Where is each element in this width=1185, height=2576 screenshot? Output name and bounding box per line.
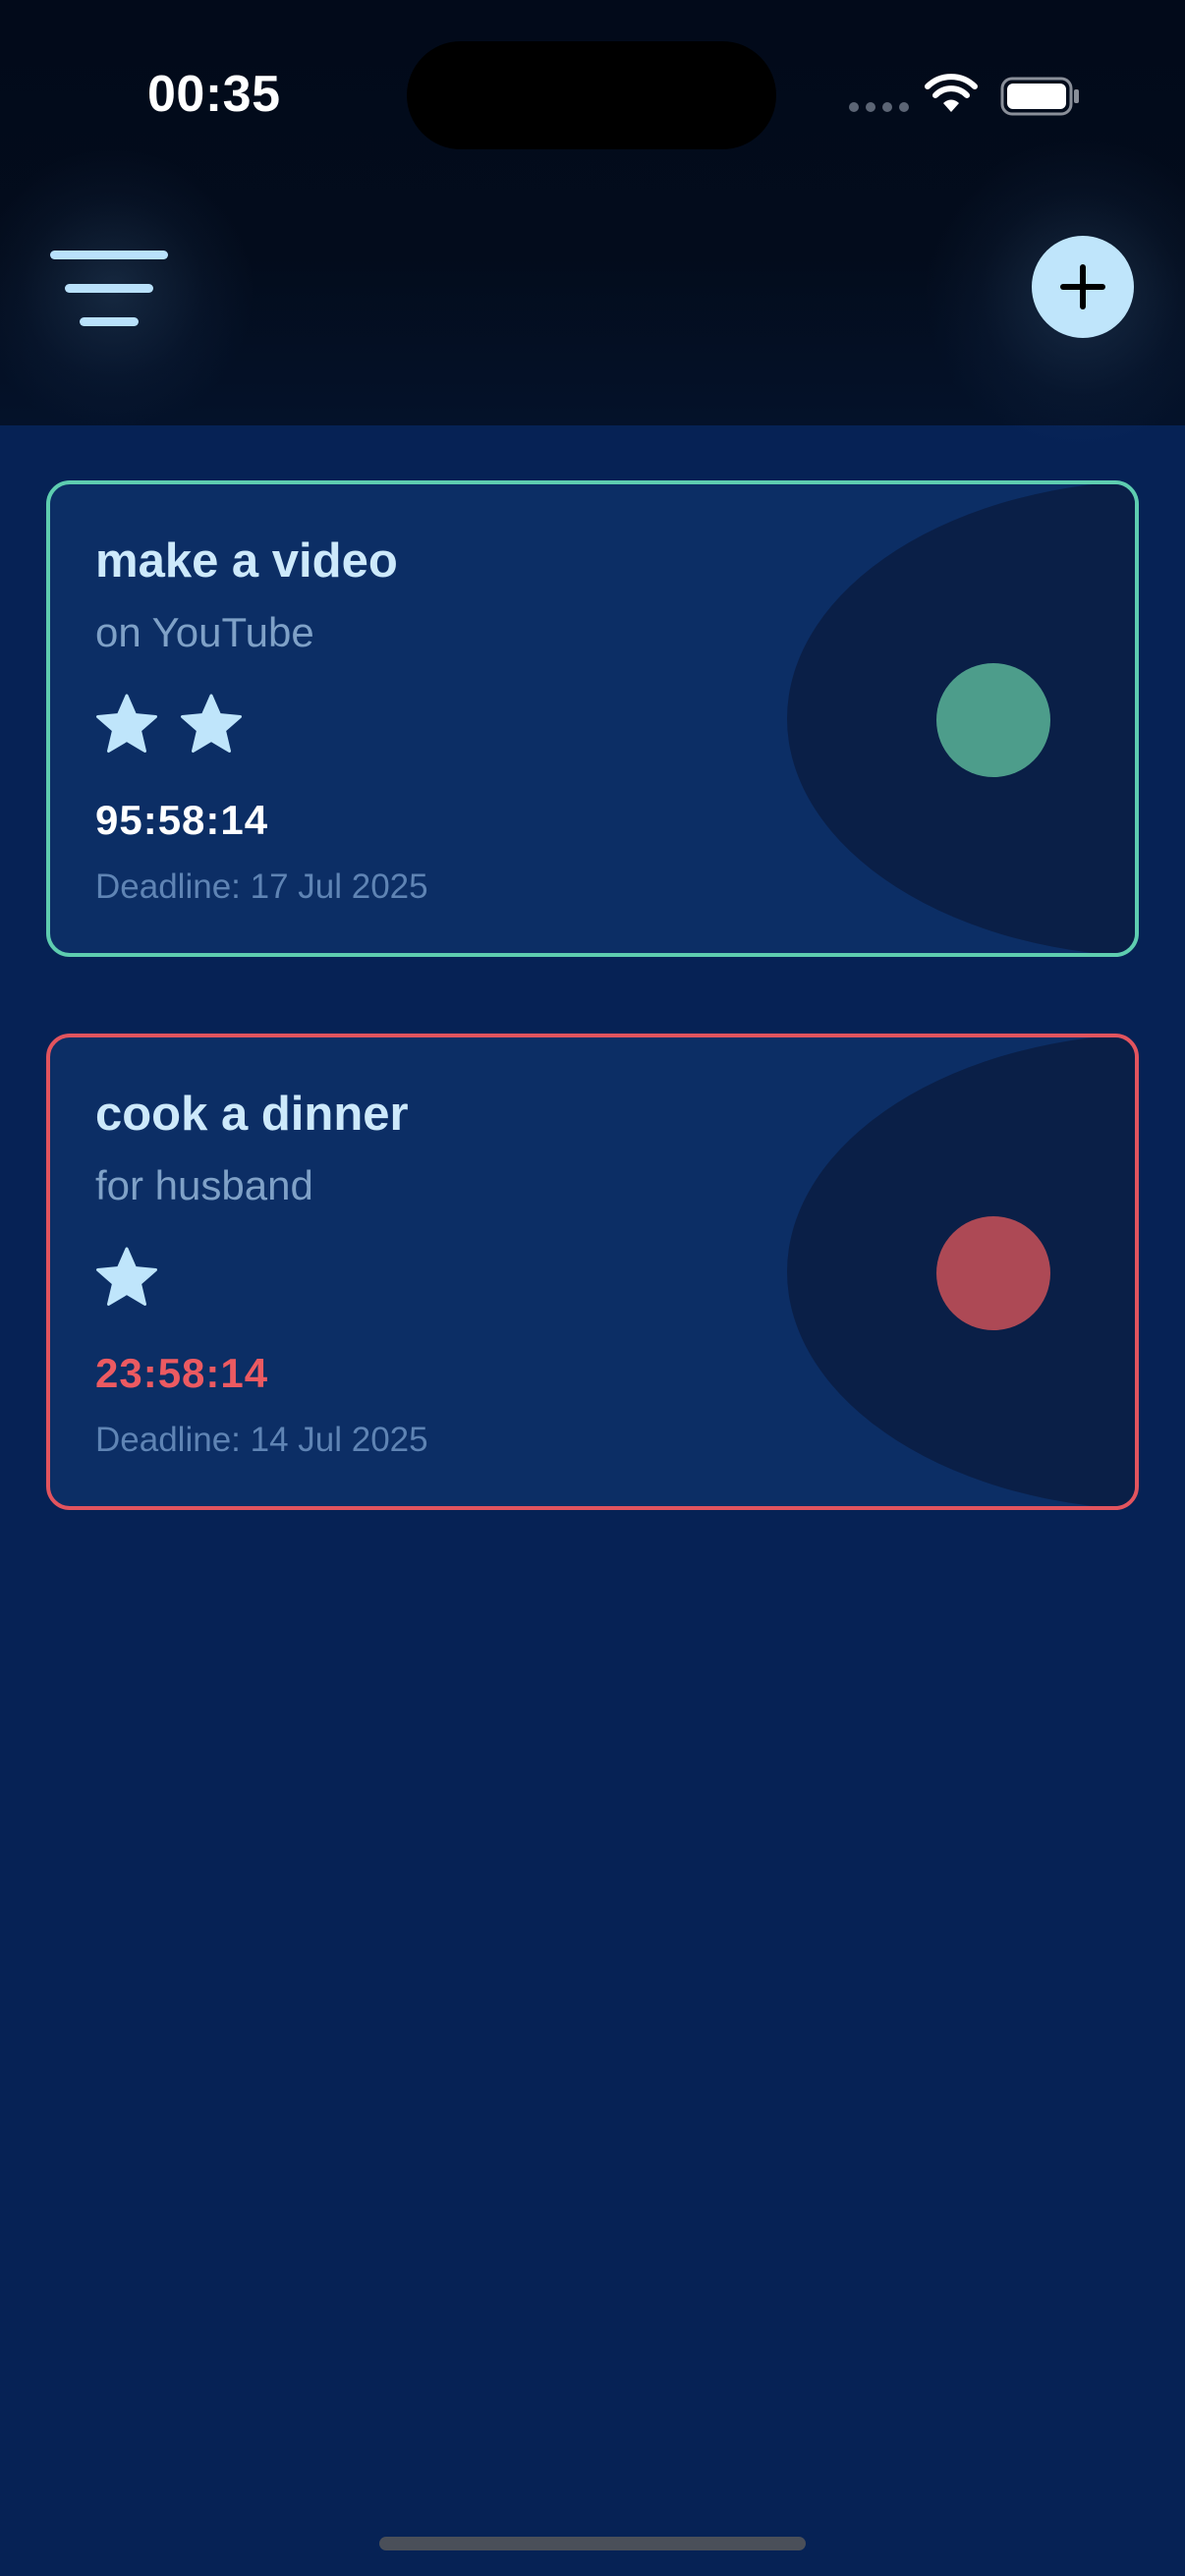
- task-title: cook a dinner: [95, 1088, 409, 1141]
- task-priority-stars: [95, 1246, 158, 1309]
- star-icon: [181, 694, 242, 753]
- home-indicator[interactable]: [379, 2537, 806, 2550]
- task-priority-stars: [95, 693, 243, 756]
- star-icon: [96, 694, 157, 753]
- menu-button[interactable]: [43, 236, 181, 334]
- task-deadline: Deadline: 17 Jul 2025: [95, 868, 428, 906]
- task-deadline: Deadline: 14 Jul 2025: [95, 1421, 428, 1459]
- battery-icon: [1000, 77, 1079, 116]
- add-task-button[interactable]: [1032, 236, 1134, 338]
- cellular-signal-icon: [849, 102, 909, 112]
- dynamic-island: [407, 41, 776, 149]
- task-subtitle: on YouTube: [95, 609, 314, 655]
- app-screen: 00:35 make a video on YouTube 95:58:14 D…: [0, 0, 1185, 2576]
- status-time: 00:35: [147, 66, 281, 123]
- star-icon: [96, 1247, 157, 1306]
- wifi-icon: [925, 74, 978, 112]
- task-timer: 95:58:14: [95, 797, 269, 843]
- header: 00:35: [0, 0, 1185, 452]
- task-card[interactable]: cook a dinner for husband 23:58:14 Deadl…: [46, 1034, 1139, 1510]
- task-title: make a video: [95, 534, 398, 588]
- status-indicator[interactable]: [936, 1216, 1050, 1330]
- task-card[interactable]: make a video on YouTube 95:58:14 Deadlin…: [46, 480, 1139, 957]
- task-timer: 23:58:14: [95, 1350, 269, 1396]
- status-indicator[interactable]: [936, 663, 1050, 777]
- plus-icon: [1060, 264, 1105, 309]
- menu-lines-icon: [50, 251, 168, 259]
- task-subtitle: for husband: [95, 1162, 313, 1208]
